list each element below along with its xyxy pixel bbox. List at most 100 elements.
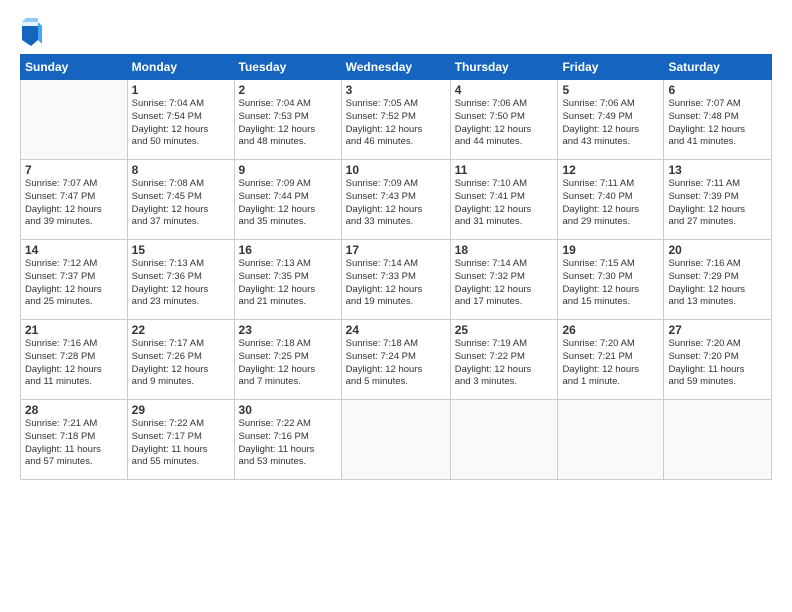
day-number: 21 [25, 323, 123, 337]
day-info: Sunrise: 7:15 AMSunset: 7:30 PMDaylight:… [562, 258, 659, 309]
weekday-header-saturday: Saturday [664, 55, 772, 80]
day-info: Sunrise: 7:20 AMSunset: 7:21 PMDaylight:… [562, 338, 659, 389]
day-info: Sunrise: 7:07 AMSunset: 7:47 PMDaylight:… [25, 178, 123, 229]
day-number: 12 [562, 163, 659, 177]
day-info: Sunrise: 7:21 AMSunset: 7:18 PMDaylight:… [25, 418, 123, 469]
day-number: 14 [25, 243, 123, 257]
day-info: Sunrise: 7:18 AMSunset: 7:24 PMDaylight:… [346, 338, 446, 389]
day-info: Sunrise: 7:07 AMSunset: 7:48 PMDaylight:… [668, 98, 767, 149]
calendar-cell: 25Sunrise: 7:19 AMSunset: 7:22 PMDayligh… [450, 320, 558, 400]
day-info: Sunrise: 7:20 AMSunset: 7:20 PMDaylight:… [668, 338, 767, 389]
day-number: 28 [25, 403, 123, 417]
day-info: Sunrise: 7:09 AMSunset: 7:43 PMDaylight:… [346, 178, 446, 229]
weekday-header-row: SundayMondayTuesdayWednesdayThursdayFrid… [21, 55, 772, 80]
day-number: 5 [562, 83, 659, 97]
calendar-cell: 30Sunrise: 7:22 AMSunset: 7:16 PMDayligh… [234, 400, 341, 480]
calendar-cell: 14Sunrise: 7:12 AMSunset: 7:37 PMDayligh… [21, 240, 128, 320]
calendar-cell: 2Sunrise: 7:04 AMSunset: 7:53 PMDaylight… [234, 80, 341, 160]
day-info: Sunrise: 7:14 AMSunset: 7:33 PMDaylight:… [346, 258, 446, 309]
calendar-cell: 22Sunrise: 7:17 AMSunset: 7:26 PMDayligh… [127, 320, 234, 400]
week-row-2: 7Sunrise: 7:07 AMSunset: 7:47 PMDaylight… [21, 160, 772, 240]
weekday-header-tuesday: Tuesday [234, 55, 341, 80]
calendar-cell: 27Sunrise: 7:20 AMSunset: 7:20 PMDayligh… [664, 320, 772, 400]
day-info: Sunrise: 7:19 AMSunset: 7:22 PMDaylight:… [455, 338, 554, 389]
header [20, 18, 772, 46]
day-number: 25 [455, 323, 554, 337]
week-row-4: 21Sunrise: 7:16 AMSunset: 7:28 PMDayligh… [21, 320, 772, 400]
day-info: Sunrise: 7:05 AMSunset: 7:52 PMDaylight:… [346, 98, 446, 149]
day-info: Sunrise: 7:16 AMSunset: 7:28 PMDaylight:… [25, 338, 123, 389]
weekday-header-thursday: Thursday [450, 55, 558, 80]
calendar-cell: 20Sunrise: 7:16 AMSunset: 7:29 PMDayligh… [664, 240, 772, 320]
day-info: Sunrise: 7:22 AMSunset: 7:17 PMDaylight:… [132, 418, 230, 469]
calendar-cell [664, 400, 772, 480]
week-row-1: 1Sunrise: 7:04 AMSunset: 7:54 PMDaylight… [21, 80, 772, 160]
calendar-cell: 15Sunrise: 7:13 AMSunset: 7:36 PMDayligh… [127, 240, 234, 320]
day-number: 7 [25, 163, 123, 177]
calendar-cell: 7Sunrise: 7:07 AMSunset: 7:47 PMDaylight… [21, 160, 128, 240]
calendar-cell: 29Sunrise: 7:22 AMSunset: 7:17 PMDayligh… [127, 400, 234, 480]
day-info: Sunrise: 7:08 AMSunset: 7:45 PMDaylight:… [132, 178, 230, 229]
calendar-cell: 12Sunrise: 7:11 AMSunset: 7:40 PMDayligh… [558, 160, 664, 240]
day-info: Sunrise: 7:06 AMSunset: 7:50 PMDaylight:… [455, 98, 554, 149]
day-info: Sunrise: 7:04 AMSunset: 7:54 PMDaylight:… [132, 98, 230, 149]
week-row-3: 14Sunrise: 7:12 AMSunset: 7:37 PMDayligh… [21, 240, 772, 320]
weekday-header-wednesday: Wednesday [341, 55, 450, 80]
calendar-cell [21, 80, 128, 160]
day-number: 1 [132, 83, 230, 97]
weekday-header-friday: Friday [558, 55, 664, 80]
day-number: 26 [562, 323, 659, 337]
day-number: 16 [239, 243, 337, 257]
day-info: Sunrise: 7:13 AMSunset: 7:36 PMDaylight:… [132, 258, 230, 309]
calendar-cell: 11Sunrise: 7:10 AMSunset: 7:41 PMDayligh… [450, 160, 558, 240]
day-number: 13 [668, 163, 767, 177]
calendar: SundayMondayTuesdayWednesdayThursdayFrid… [20, 54, 772, 480]
weekday-header-sunday: Sunday [21, 55, 128, 80]
day-info: Sunrise: 7:17 AMSunset: 7:26 PMDaylight:… [132, 338, 230, 389]
logo-icon [20, 18, 42, 46]
day-number: 29 [132, 403, 230, 417]
day-info: Sunrise: 7:13 AMSunset: 7:35 PMDaylight:… [239, 258, 337, 309]
day-info: Sunrise: 7:16 AMSunset: 7:29 PMDaylight:… [668, 258, 767, 309]
day-info: Sunrise: 7:11 AMSunset: 7:40 PMDaylight:… [562, 178, 659, 229]
weekday-header-monday: Monday [127, 55, 234, 80]
calendar-cell: 24Sunrise: 7:18 AMSunset: 7:24 PMDayligh… [341, 320, 450, 400]
calendar-cell: 18Sunrise: 7:14 AMSunset: 7:32 PMDayligh… [450, 240, 558, 320]
calendar-cell: 6Sunrise: 7:07 AMSunset: 7:48 PMDaylight… [664, 80, 772, 160]
calendar-cell: 4Sunrise: 7:06 AMSunset: 7:50 PMDaylight… [450, 80, 558, 160]
calendar-cell [341, 400, 450, 480]
day-number: 8 [132, 163, 230, 177]
logo [20, 18, 46, 46]
day-number: 9 [239, 163, 337, 177]
day-info: Sunrise: 7:06 AMSunset: 7:49 PMDaylight:… [562, 98, 659, 149]
day-info: Sunrise: 7:12 AMSunset: 7:37 PMDaylight:… [25, 258, 123, 309]
day-number: 19 [562, 243, 659, 257]
day-info: Sunrise: 7:22 AMSunset: 7:16 PMDaylight:… [239, 418, 337, 469]
day-number: 18 [455, 243, 554, 257]
calendar-cell: 23Sunrise: 7:18 AMSunset: 7:25 PMDayligh… [234, 320, 341, 400]
day-number: 17 [346, 243, 446, 257]
day-info: Sunrise: 7:04 AMSunset: 7:53 PMDaylight:… [239, 98, 337, 149]
day-number: 20 [668, 243, 767, 257]
calendar-cell: 5Sunrise: 7:06 AMSunset: 7:49 PMDaylight… [558, 80, 664, 160]
calendar-cell: 19Sunrise: 7:15 AMSunset: 7:30 PMDayligh… [558, 240, 664, 320]
day-number: 10 [346, 163, 446, 177]
calendar-cell: 8Sunrise: 7:08 AMSunset: 7:45 PMDaylight… [127, 160, 234, 240]
day-number: 3 [346, 83, 446, 97]
calendar-cell: 3Sunrise: 7:05 AMSunset: 7:52 PMDaylight… [341, 80, 450, 160]
calendar-cell: 13Sunrise: 7:11 AMSunset: 7:39 PMDayligh… [664, 160, 772, 240]
day-number: 4 [455, 83, 554, 97]
calendar-cell: 28Sunrise: 7:21 AMSunset: 7:18 PMDayligh… [21, 400, 128, 480]
calendar-cell [558, 400, 664, 480]
day-info: Sunrise: 7:11 AMSunset: 7:39 PMDaylight:… [668, 178, 767, 229]
day-number: 22 [132, 323, 230, 337]
day-number: 2 [239, 83, 337, 97]
day-number: 11 [455, 163, 554, 177]
day-info: Sunrise: 7:14 AMSunset: 7:32 PMDaylight:… [455, 258, 554, 309]
calendar-cell: 26Sunrise: 7:20 AMSunset: 7:21 PMDayligh… [558, 320, 664, 400]
calendar-cell [450, 400, 558, 480]
day-info: Sunrise: 7:10 AMSunset: 7:41 PMDaylight:… [455, 178, 554, 229]
day-info: Sunrise: 7:09 AMSunset: 7:44 PMDaylight:… [239, 178, 337, 229]
page: SundayMondayTuesdayWednesdayThursdayFrid… [0, 0, 792, 612]
calendar-cell: 16Sunrise: 7:13 AMSunset: 7:35 PMDayligh… [234, 240, 341, 320]
